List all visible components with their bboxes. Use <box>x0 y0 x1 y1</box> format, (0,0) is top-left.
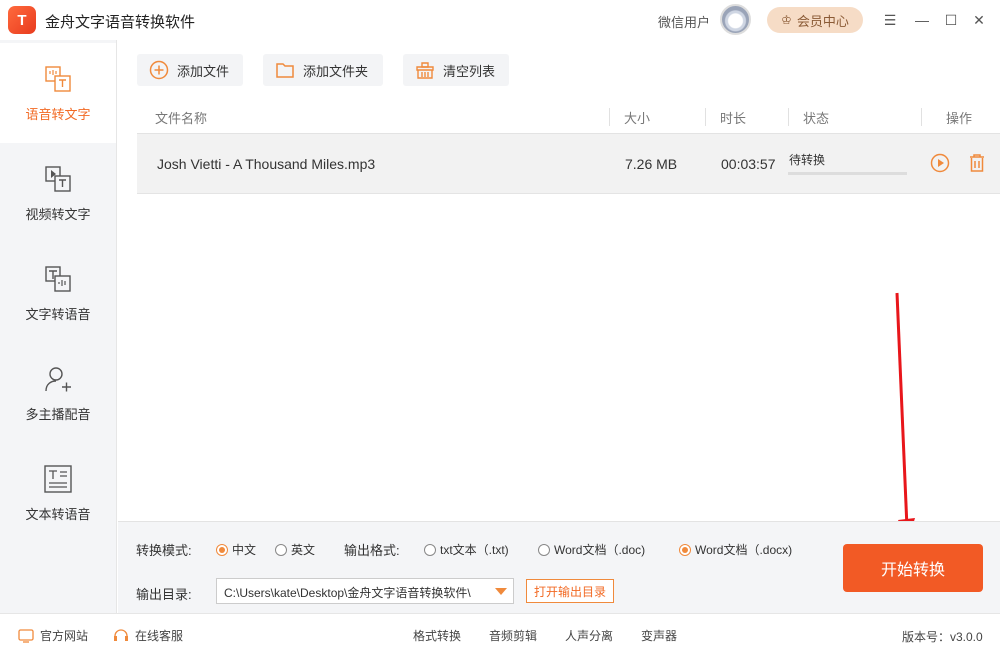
sidebar: 语音转文字 视频转文字 文字转语音 多主播配音 文本转语音 <box>0 40 117 613</box>
radio-dot <box>275 543 287 556</box>
title-bar: T 金舟文字语音转换软件 微信用户 ♔ 会员中心 ☰ — ☐ ✕ <box>0 0 1000 40</box>
footer-bar: 官方网站 在线客服 格式转换 音频剪辑 人声分离 变声器 版本号：v3.0.0 <box>0 613 1000 650</box>
column-header-size: 大小 <box>624 111 651 126</box>
sidebar-item-video-to-text[interactable]: 视频转文字 <box>0 143 116 243</box>
sidebar-item-multi-speaker[interactable]: 多主播配音 <box>0 343 116 443</box>
radio-dot <box>216 543 228 556</box>
file-duration: 00:03:57 <box>721 156 776 172</box>
sidebar-item-label: 文本转语音 <box>25 506 91 522</box>
mode-option-label: 中文 <box>232 543 257 557</box>
mode-option-label: 英文 <box>291 543 316 557</box>
official-website-label: 官方网站 <box>40 629 89 643</box>
column-header-name: 文件名称 <box>155 111 208 126</box>
play-icon[interactable] <box>930 153 950 173</box>
status-badge: 待转换 <box>789 153 826 167</box>
vip-center-label: 会员中心 <box>796 13 849 29</box>
headset-icon <box>114 628 128 641</box>
start-conversion-button[interactable]: 开始转换 <box>843 544 983 592</box>
output-dir-label: 输出目录: <box>136 587 192 602</box>
footer-link-format-convert[interactable]: 格式转换 <box>413 627 461 644</box>
conversion-progress-bar <box>788 172 907 175</box>
red-arrow-annotation <box>895 292 915 542</box>
user-avatar[interactable] <box>720 4 751 35</box>
maximize-button[interactable]: ☐ <box>941 10 961 30</box>
document-to-speech-icon <box>44 464 72 493</box>
radio-dot <box>679 543 691 556</box>
file-table-header: 文件名称 大小 时长 状态 操作 <box>137 100 1000 134</box>
online-support-link[interactable]: 在线客服 <box>113 627 183 644</box>
footer-link-vocal-separation[interactable]: 人声分离 <box>565 627 613 644</box>
app-title: 金舟文字语音转换软件 <box>45 14 196 31</box>
footer-link-audio-editing[interactable]: 音频剪辑 <box>489 627 537 644</box>
delete-icon[interactable] <box>967 153 987 173</box>
footer-link-voice-changer[interactable]: 变声器 <box>641 627 677 644</box>
format-txt-radio[interactable]: txt文本（.txt) <box>424 541 509 558</box>
sidebar-item-label: 视频转文字 <box>25 206 91 222</box>
format-label: 输出格式: <box>344 543 400 558</box>
sidebar-item-label: 语音转文字 <box>25 106 91 122</box>
column-separator <box>921 108 922 126</box>
add-file-label: 添加文件 <box>177 63 230 79</box>
format-option-label: Word文档（.docx) <box>695 543 793 557</box>
online-support-label: 在线客服 <box>135 629 184 643</box>
multi-speaker-icon <box>45 366 71 391</box>
conversion-options-panel: 转换模式: 中文 英文 输出格式: txt文本（.txt) Word文档（.do… <box>118 521 1000 613</box>
file-size: 7.26 MB <box>625 156 678 172</box>
mode-chinese-radio[interactable]: 中文 <box>216 541 256 558</box>
add-circle-icon <box>149 60 169 80</box>
vip-center-button[interactable]: ♔ 会员中心 <box>767 7 863 33</box>
text-to-speech-icon <box>45 265 71 292</box>
column-separator <box>788 108 789 126</box>
mode-label: 转换模式: <box>136 543 192 558</box>
clear-list-label: 清空列表 <box>443 63 496 79</box>
menu-icon[interactable]: ☰ <box>880 10 900 30</box>
sidebar-item-text-to-speech[interactable]: 文字转语音 <box>0 243 116 343</box>
column-header-actions: 操作 <box>946 111 973 126</box>
video-to-text-icon <box>45 165 71 192</box>
sidebar-item-document-to-speech[interactable]: 文本转语音 <box>0 443 116 543</box>
add-folder-button[interactable]: 添加文件夹 <box>263 54 383 86</box>
close-button[interactable]: ✕ <box>969 10 989 30</box>
clear-list-button[interactable]: 清空列表 <box>403 54 509 86</box>
column-header-duration: 时长 <box>720 111 747 126</box>
sidebar-item-speech-to-text[interactable]: 语音转文字 <box>0 43 116 143</box>
radio-dot <box>424 543 436 556</box>
chevron-down-icon[interactable] <box>495 588 507 595</box>
output-dir-field[interactable]: C:\Users\kate\Desktop\金舟文字语音转换软件\ <box>216 578 514 604</box>
add-folder-label: 添加文件夹 <box>303 63 369 79</box>
format-option-label: Word文档（.doc) <box>554 543 646 557</box>
open-output-dir-button[interactable]: 打开输出目录 <box>526 579 614 603</box>
app-logo-icon: T <box>8 6 36 34</box>
table-row[interactable]: Josh Vietti - A Thousand Miles.mp3 7.26 … <box>137 134 1000 194</box>
column-separator <box>609 108 610 126</box>
radio-dot <box>538 543 550 556</box>
crown-icon: ♔ <box>781 13 792 27</box>
folder-icon <box>276 63 294 78</box>
official-website-link[interactable]: 官方网站 <box>18 627 88 644</box>
add-file-button[interactable]: 添加文件 <box>137 54 243 86</box>
speech-to-text-icon <box>45 65 71 92</box>
sidebar-item-label: 多主播配音 <box>25 406 91 422</box>
sidebar-item-label: 文字转语音 <box>25 306 91 322</box>
mode-english-radio[interactable]: 英文 <box>275 541 315 558</box>
clear-basket-icon <box>416 62 434 79</box>
website-icon <box>18 628 34 643</box>
format-docx-radio[interactable]: Word文档（.docx) <box>679 541 792 558</box>
format-option-label: txt文本（.txt) <box>440 543 509 557</box>
minimize-button[interactable]: — <box>912 10 932 30</box>
user-name[interactable]: 微信用户 <box>658 12 710 31</box>
column-separator <box>705 108 706 126</box>
format-doc-radio[interactable]: Word文档（.doc) <box>538 541 645 558</box>
column-header-status: 状态 <box>803 111 830 126</box>
version-label: 版本号：v3.0.0 <box>902 630 983 644</box>
file-name: Josh Vietti - A Thousand Miles.mp3 <box>157 156 376 172</box>
